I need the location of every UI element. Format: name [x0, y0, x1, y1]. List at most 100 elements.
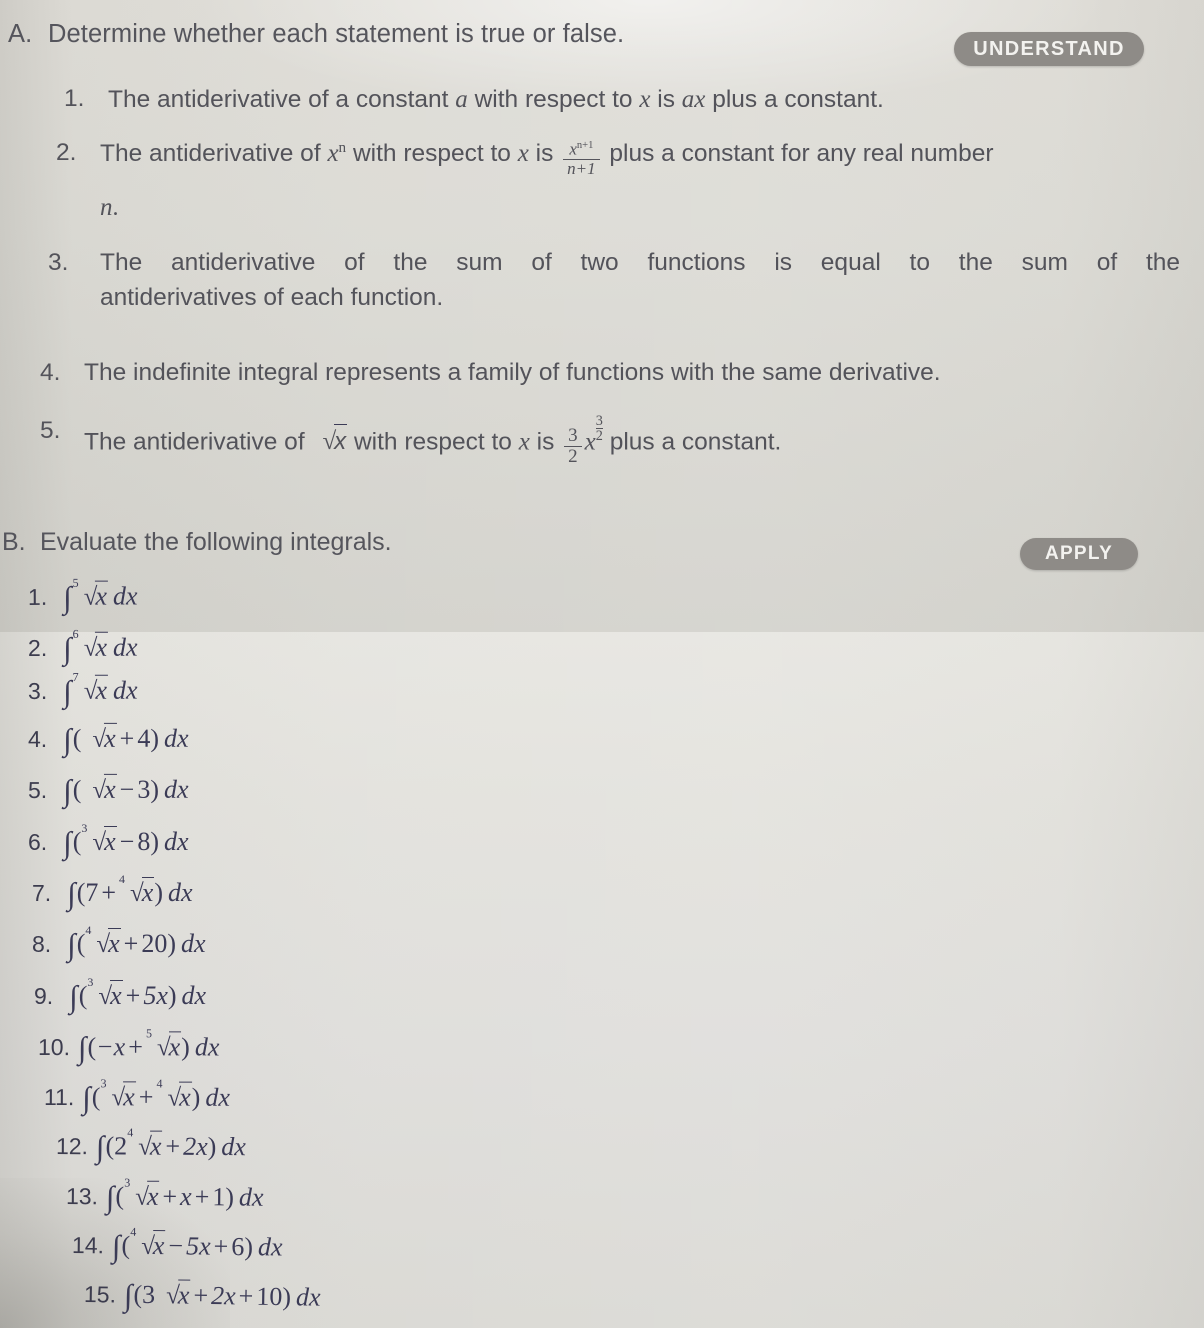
- open-paren: (: [72, 723, 82, 753]
- statement-text: The antiderivative of a constant a with …: [108, 82, 1064, 118]
- integral-item-3: 3. ∫ 7 √x dx: [28, 670, 138, 710]
- term-2: 5x: [143, 981, 168, 1010]
- integral-item-13: 13. ∫(3 √x + x +1) dx: [65, 1176, 264, 1217]
- integral-expression: ∫(√x +4) dx: [63, 722, 188, 758]
- stmt5-part3: is: [529, 428, 562, 456]
- radicand: x: [104, 773, 117, 805]
- integral-expression: ∫ 7 √x dx: [63, 670, 137, 710]
- statement-number: 2.: [56, 139, 77, 166]
- section-a-heading: A. Determine whether each statement is tr…: [8, 20, 958, 49]
- integral-expression: ∫(4 √x +20) dx: [67, 923, 206, 963]
- differential: dx: [163, 774, 189, 804]
- differential: dx: [163, 827, 189, 856]
- integral-expression: ∫(3 √x +2x+10) dx: [124, 1278, 321, 1317]
- radical-index: 5: [145, 1026, 152, 1041]
- constant-2: 3: [137, 774, 151, 804]
- radical-index: 3: [81, 821, 88, 835]
- statement-item-3: 3. The antiderivative of the sum of two …: [48, 246, 1180, 316]
- integral-expression: ∫(−x +5 √x) dx: [78, 1026, 220, 1066]
- constant-4: 10: [256, 1281, 283, 1312]
- item-number: 14.: [71, 1232, 105, 1259]
- stmt2-trailing-n: n: [100, 194, 113, 221]
- radicand: x: [95, 674, 109, 706]
- integral-expression: ∫ 5 √x dx: [63, 575, 138, 615]
- radical-term-0: 3 √x: [100, 1076, 136, 1113]
- radical-index: 4: [119, 872, 126, 886]
- radical-index: 3: [100, 1076, 107, 1091]
- radical-term-0: √x: [155, 1279, 191, 1311]
- radical-index: 5: [72, 575, 79, 590]
- radical-term-0: 3 √x: [81, 821, 117, 857]
- operator-1: +: [193, 1280, 209, 1310]
- radicand: x: [149, 1130, 163, 1162]
- integral-sign: ∫: [63, 579, 72, 615]
- item-number: 9.: [34, 983, 54, 1009]
- term-2: x: [179, 1181, 192, 1212]
- integral-item-6: 6. ∫(3 √x −8) dx: [28, 821, 189, 861]
- differential: dx: [221, 1132, 246, 1162]
- radicand: x: [334, 424, 348, 459]
- stmt2-part2: with respect to: [346, 140, 518, 167]
- statement-number: 5.: [40, 417, 61, 444]
- open-paren: (: [78, 981, 88, 1010]
- radicand: x: [110, 980, 123, 1010]
- radicand: x: [95, 631, 109, 663]
- term-2: 2x: [210, 1280, 236, 1311]
- stmt1-var-a: a: [455, 86, 468, 113]
- integral-sign: ∫: [63, 825, 72, 860]
- stmt1-part3: is: [650, 86, 682, 113]
- item-number: 13.: [65, 1183, 99, 1210]
- differential: dx: [167, 878, 193, 907]
- stmt1-var-ax: ax: [681, 86, 706, 113]
- statement-text: The indefinite integral represents a fam…: [84, 359, 941, 386]
- operator-1: +: [162, 1181, 178, 1211]
- integral-item-12: 12. ∫(2 4 √x +2x) dx: [56, 1125, 246, 1166]
- radical-term-0: 3 √x: [124, 1176, 160, 1212]
- close-paren: ): [167, 981, 177, 1010]
- close-paren: ): [167, 929, 176, 958]
- operator-1: +: [101, 878, 117, 907]
- coefficient-0: 2: [114, 1131, 128, 1161]
- radical-term-0: √x: [81, 773, 117, 805]
- stmt2-trailing-period: .: [112, 195, 119, 221]
- differential: dx: [194, 1032, 220, 1062]
- radical-term-2: 4 √x: [156, 1076, 192, 1113]
- stmt2-part1: The antiderivative of: [100, 140, 328, 167]
- fraction-num-exp: n+1: [576, 140, 594, 152]
- exp-numerator: 3: [595, 413, 603, 429]
- integral-sign: ∫: [69, 979, 78, 1014]
- stmt5-base-x: x: [584, 428, 596, 456]
- radical-term-0: √x: [81, 722, 117, 754]
- stmt1-var-x: x: [639, 86, 651, 113]
- radicand: x: [179, 1081, 192, 1113]
- stmt3-line2: antiderivatives of each function.: [100, 283, 444, 311]
- statement-number: 4.: [40, 359, 61, 386]
- integral-expression: ∫ 6 √x dx: [63, 627, 137, 667]
- item-number: 15.: [83, 1281, 117, 1308]
- operator-3: +: [238, 1281, 254, 1311]
- stmt5-var-x: x: [518, 428, 530, 456]
- constant-2: 4: [137, 723, 151, 753]
- integral-item-2: 2. ∫ 6 √x dx: [28, 627, 138, 667]
- integral-sign: ∫: [63, 721, 72, 757]
- fraction-x-n-plus-1: xn+1 n+1: [563, 140, 600, 177]
- integral-item-9: 9. ∫(3 √x +5x) dx: [34, 975, 206, 1015]
- operator-1: +: [138, 1082, 154, 1112]
- differential: dx: [163, 723, 189, 753]
- item-number: 10.: [37, 1034, 71, 1061]
- operator-1: −: [119, 774, 135, 804]
- radical-index: 4: [130, 1224, 137, 1239]
- statement-item-4: 4. The indefinite integral represents a …: [40, 356, 1140, 391]
- stmt1-part2: with respect to: [467, 86, 640, 113]
- differential: dx: [295, 1282, 321, 1312]
- operator-1: +: [119, 723, 135, 753]
- radicand: x: [177, 1279, 191, 1311]
- operator-3: +: [194, 1182, 210, 1212]
- differential: dx: [205, 1082, 230, 1112]
- differential: dx: [180, 929, 206, 958]
- operator-1: −: [168, 1231, 184, 1261]
- badge-apply: APPLY: [1020, 538, 1138, 570]
- constant-2: 8: [137, 827, 151, 856]
- radicand: x: [152, 1229, 166, 1262]
- operator-1: −: [119, 827, 135, 856]
